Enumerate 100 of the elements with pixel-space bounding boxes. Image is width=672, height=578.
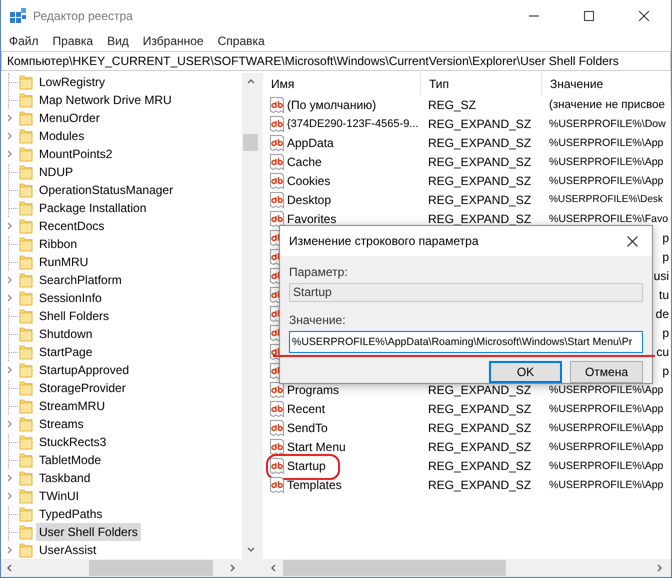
folder-icon bbox=[19, 326, 33, 342]
value-data: %USERPROFILE%\App bbox=[548, 460, 664, 472]
value-data: %USERPROFILE%\Desk bbox=[548, 194, 664, 205]
tree-item[interactable]: User Shell Folders bbox=[36, 523, 141, 541]
window-title: Редактор реестра bbox=[33, 8, 134, 22]
scrollbar-thumb[interactable] bbox=[283, 560, 506, 576]
menu-item[interactable]: Правка bbox=[46, 34, 100, 48]
folder-icon bbox=[19, 452, 33, 468]
tree-item[interactable]: Ribbon bbox=[36, 235, 80, 253]
tree-item[interactable]: Map Network Drive MRU bbox=[36, 91, 175, 109]
value-name[interactable]: Recent bbox=[287, 402, 326, 416]
value-data: p bbox=[662, 230, 670, 244]
value-data: %USERPROFILE%\App bbox=[548, 384, 664, 396]
tree-item[interactable]: Shell Folders bbox=[36, 307, 112, 325]
value-name[interactable]: Favorites bbox=[287, 212, 336, 226]
value-data: de bbox=[656, 306, 670, 320]
value-data: %USERPROFILE%\App bbox=[548, 478, 664, 490]
dialog-button[interactable]: Отмена bbox=[570, 361, 643, 383]
folder-icon bbox=[19, 200, 33, 216]
menu-item[interactable]: Файл bbox=[2, 34, 46, 48]
tree-item[interactable]: Shutdown bbox=[36, 325, 96, 343]
tree-item[interactable]: LowRegistry bbox=[36, 73, 108, 91]
value-name[interactable]: Start Menu bbox=[287, 440, 346, 454]
tree-item[interactable]: RecentDocs bbox=[36, 217, 108, 235]
tree-item[interactable]: RunMRU bbox=[36, 253, 92, 271]
horizontal-scrollbar[interactable] bbox=[1, 559, 242, 577]
folder-icon bbox=[19, 164, 33, 180]
column-header[interactable]: Имя bbox=[263, 73, 421, 95]
string-value-icon bbox=[269, 420, 285, 436]
value-name[interactable]: Startup bbox=[287, 458, 326, 472]
input-field[interactable]: %USERPROFILE%\AppData\Roaming\Microsoft\Windows\Start Menu\Pr bbox=[289, 331, 643, 353]
value-data: p bbox=[662, 364, 670, 378]
folder-icon bbox=[19, 128, 33, 144]
tree-item[interactable]: TypedPaths bbox=[36, 505, 106, 523]
input-field[interactable]: Startup bbox=[289, 283, 643, 302]
value-type: REG_EXPAND_SZ bbox=[427, 458, 532, 472]
tree-item[interactable]: StreamMRU bbox=[36, 397, 108, 415]
value-type: REG_EXPAND_SZ bbox=[427, 420, 532, 434]
tree-item[interactable]: SessionInfo bbox=[36, 289, 105, 307]
menu-item[interactable]: Вид bbox=[100, 34, 136, 48]
value-type: REG_EXPAND_SZ bbox=[427, 440, 532, 454]
folder-icon bbox=[19, 236, 33, 252]
close-icon[interactable] bbox=[626, 236, 638, 246]
folder-icon bbox=[19, 182, 33, 198]
tree-item[interactable]: StorageProvider bbox=[36, 379, 129, 397]
string-value-icon bbox=[269, 116, 285, 132]
tree-item[interactable]: MenuOrder bbox=[36, 109, 103, 127]
string-value-icon bbox=[269, 382, 285, 398]
field-label: Параметр: bbox=[289, 265, 349, 279]
value-data: tu bbox=[658, 288, 670, 302]
folder-icon bbox=[19, 110, 33, 126]
maximize-icon[interactable] bbox=[584, 10, 594, 20]
value-type: REG_EXPAND_SZ bbox=[427, 192, 532, 206]
tree-item[interactable]: OperationStatusManager bbox=[36, 181, 176, 199]
close-icon[interactable] bbox=[638, 10, 648, 20]
value-type: REG_EXPAND_SZ bbox=[427, 116, 532, 130]
horizontal-scrollbar[interactable] bbox=[263, 559, 671, 577]
tree-item[interactable]: StartPage bbox=[36, 343, 96, 361]
value-data: %USERPROFILE%\App bbox=[548, 440, 664, 452]
value-type: REG_EXPAND_SZ bbox=[427, 382, 532, 396]
folder-icon bbox=[19, 254, 33, 270]
tree-item[interactable]: StuckRects3 bbox=[36, 433, 110, 451]
value-name[interactable]: (По умолчанию) bbox=[287, 98, 376, 112]
menu-item[interactable]: Справка bbox=[210, 34, 272, 48]
scrollbar-thumb[interactable] bbox=[243, 134, 258, 151]
address-field[interactable]: Компьютер\HKEY_CURRENT_USER\SOFTWARE\Microsoft\Windows\CurrentVersion\Explorer\User Shell Folders bbox=[1, 51, 671, 71]
value-name[interactable]: Desktop bbox=[287, 192, 332, 206]
value-name[interactable]: {374DE290-123F-4565-9... bbox=[287, 118, 418, 130]
folder-icon bbox=[19, 272, 33, 288]
folder-icon bbox=[19, 398, 33, 414]
tree-item[interactable]: TWinUI bbox=[36, 487, 82, 505]
tree-item[interactable]: MountPoints2 bbox=[36, 145, 116, 163]
value-name[interactable]: Programs bbox=[287, 382, 340, 396]
tree-item[interactable]: Modules bbox=[36, 127, 88, 145]
value-name[interactable]: SendTo bbox=[287, 420, 328, 434]
tree-item[interactable]: SearchPlatform bbox=[36, 271, 125, 289]
tree-item[interactable]: Streams bbox=[36, 415, 87, 433]
tree-item[interactable]: UserAssist bbox=[36, 541, 100, 559]
column-header[interactable]: Тип bbox=[421, 73, 542, 95]
tree-item[interactable]: Taskband bbox=[36, 469, 94, 487]
tree-item[interactable]: TabletMode bbox=[36, 451, 104, 469]
value-data: %USERPROFILE%\App bbox=[548, 156, 664, 168]
menu-item[interactable]: Избранное bbox=[136, 34, 211, 48]
folder-icon bbox=[19, 74, 33, 90]
dialog-button[interactable]: OK bbox=[489, 361, 562, 383]
value-name[interactable]: AppData bbox=[287, 136, 334, 150]
folder-icon bbox=[19, 434, 33, 450]
value-name[interactable]: Cookies bbox=[287, 174, 330, 188]
tree-item[interactable]: StartupApproved bbox=[36, 361, 132, 379]
tree-item[interactable]: Package Installation bbox=[36, 199, 150, 217]
folder-icon bbox=[19, 290, 33, 306]
tree-item[interactable]: NDUP bbox=[36, 163, 76, 181]
string-value-icon bbox=[269, 400, 285, 416]
value-data: (значение не присвое bbox=[548, 98, 666, 110]
value-name[interactable]: Templates bbox=[287, 478, 342, 492]
string-value-icon bbox=[269, 476, 285, 492]
scrollbar-thumb[interactable] bbox=[89, 560, 213, 576]
value-name[interactable]: Cache bbox=[287, 154, 322, 168]
field-label: Значение: bbox=[289, 313, 347, 327]
column-header[interactable]: Значение bbox=[542, 73, 671, 95]
